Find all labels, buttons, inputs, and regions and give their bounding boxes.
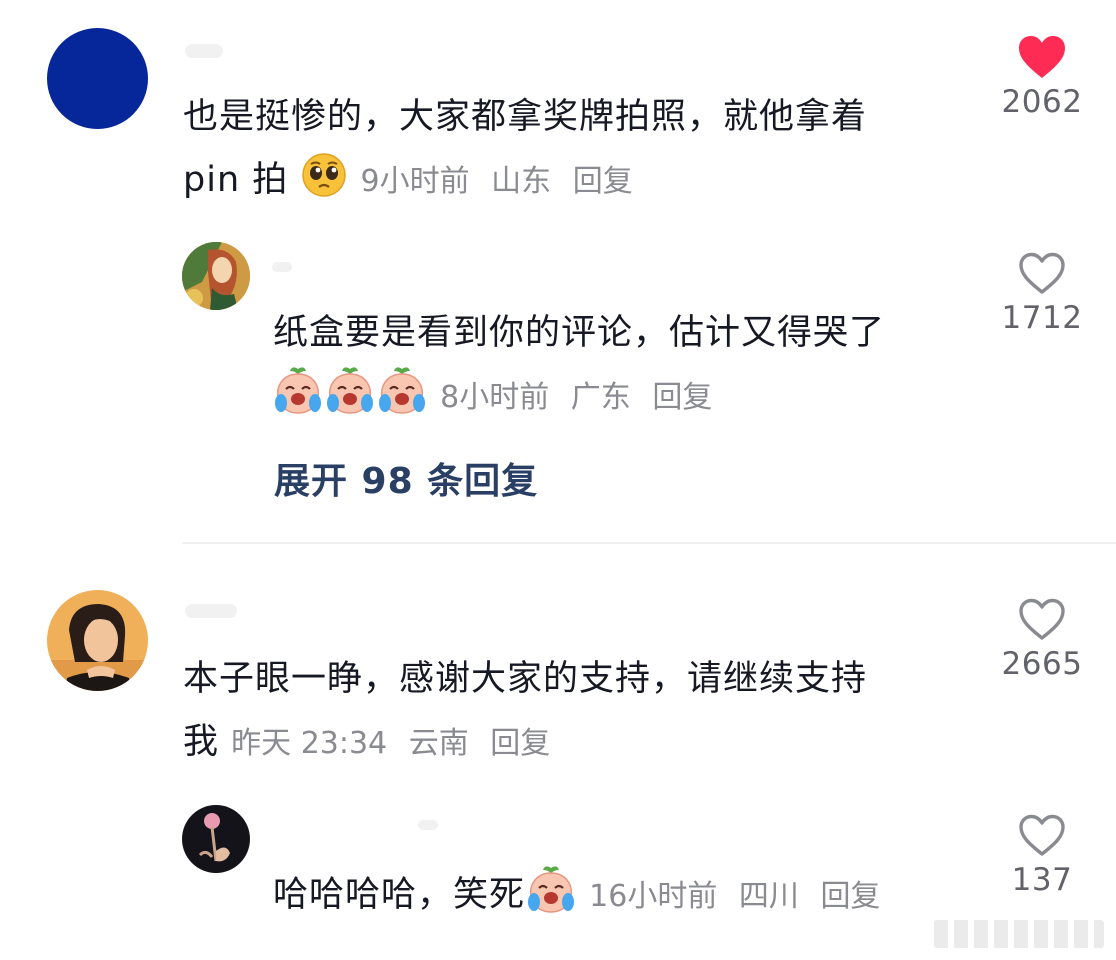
like-count: 137 bbox=[1011, 862, 1073, 898]
like-button[interactable]: 2665 bbox=[982, 596, 1102, 682]
crying-peach-emoji bbox=[324, 365, 376, 435]
comment-text: 也是挺惨的，大家都拿奖牌拍照，就他拿着 bbox=[183, 86, 867, 148]
timestamp: 9小时前 bbox=[360, 164, 470, 199]
pleading-face-emoji bbox=[300, 151, 348, 219]
location: 四川 bbox=[738, 879, 799, 914]
expand-replies-link[interactable]: 展开 98 条回复 bbox=[274, 452, 538, 504]
avatar[interactable] bbox=[47, 28, 148, 129]
timestamp: 16小时前 bbox=[589, 879, 718, 914]
location: 广东 bbox=[570, 380, 631, 415]
like-button[interactable]: 1712 bbox=[982, 250, 1102, 336]
location: 云南 bbox=[408, 726, 469, 761]
reply-button[interactable]: 回复 bbox=[652, 380, 712, 415]
like-count: 2062 bbox=[1001, 84, 1083, 120]
comment-text: 纸盒要是看到你的评论，估计又得哭了 bbox=[273, 302, 885, 364]
comment-text: 本子眼一睁，感谢大家的支持，请继续支持 bbox=[183, 648, 867, 710]
comment-text-meta-line: 我 昨天 23:34 云南 回复 bbox=[183, 711, 562, 775]
comment-text-meta-line: pin 拍 9小时前 山东 回复 bbox=[183, 149, 645, 219]
username-placeholder[interactable] bbox=[272, 262, 292, 272]
like-button[interactable]: 2062 bbox=[982, 34, 1102, 120]
comment-meta: 昨天 23:34 云南 回复 bbox=[231, 726, 562, 761]
crying-peach-emoji bbox=[525, 864, 577, 934]
avatar[interactable] bbox=[182, 805, 250, 873]
heart-outline-icon bbox=[982, 596, 1102, 642]
comment-text-meta-line: 8小时前 广东 回复 bbox=[272, 365, 724, 435]
divider bbox=[182, 542, 1116, 544]
heart-filled-icon bbox=[982, 34, 1102, 80]
watermark bbox=[934, 920, 1104, 948]
avatar[interactable] bbox=[182, 242, 250, 310]
comment-text-line: 也是挺惨的，大家都拿奖牌拍照，就他拿着 bbox=[183, 97, 868, 137]
comment-text-meta-line: 哈哈哈哈，笑死 16小时前 四川 回复 bbox=[273, 864, 892, 934]
username-placeholder[interactable] bbox=[418, 820, 438, 830]
avatar[interactable] bbox=[47, 590, 148, 691]
like-count: 1712 bbox=[1001, 300, 1083, 336]
like-button[interactable]: 137 bbox=[982, 812, 1102, 898]
comment-text-line: 哈哈哈哈，笑死 bbox=[273, 875, 526, 915]
comment-text-line: pin 拍 bbox=[183, 160, 289, 200]
username-placeholder[interactable] bbox=[185, 44, 223, 58]
like-count: 2665 bbox=[1001, 646, 1083, 682]
comment-text-line: 我 bbox=[183, 722, 220, 762]
heart-outline-icon bbox=[982, 812, 1102, 858]
comment-text-line: 本子眼一睁，感谢大家的支持，请继续支持 bbox=[183, 659, 868, 699]
timestamp: 昨天 23:34 bbox=[231, 726, 388, 761]
heart-outline-icon bbox=[982, 250, 1102, 296]
comment-meta: 8小时前 广东 回复 bbox=[440, 380, 724, 415]
timestamp: 8小时前 bbox=[440, 380, 550, 415]
comment-text-line: 纸盒要是看到你的评论，估计又得哭了 bbox=[273, 313, 886, 353]
crying-peach-emoji bbox=[376, 365, 428, 435]
username-placeholder[interactable] bbox=[185, 604, 237, 618]
comment-meta: 16小时前 四川 回复 bbox=[589, 879, 892, 914]
reply-button[interactable]: 回复 bbox=[573, 164, 633, 199]
reply-button[interactable]: 回复 bbox=[820, 879, 880, 914]
location: 山东 bbox=[491, 164, 552, 199]
comment-meta: 9小时前 山东 回复 bbox=[361, 164, 645, 199]
reply-button[interactable]: 回复 bbox=[490, 726, 550, 761]
crying-peach-emoji bbox=[272, 365, 324, 435]
